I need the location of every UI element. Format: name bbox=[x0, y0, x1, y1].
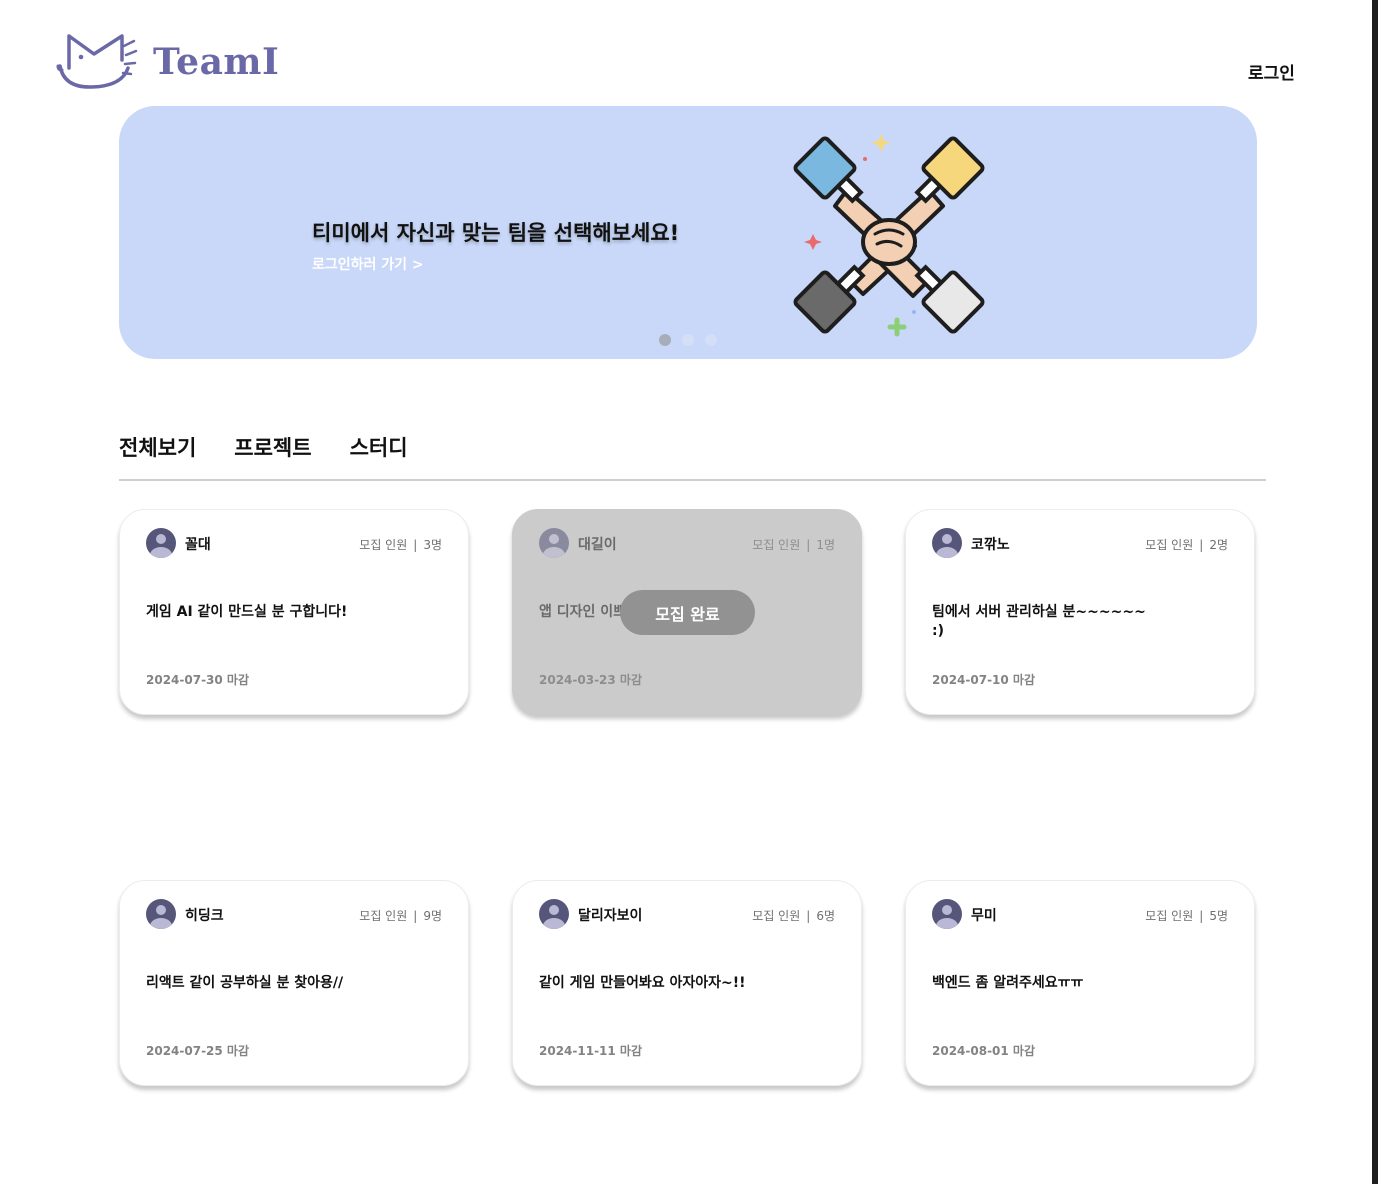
author-name: 꼴대 bbox=[185, 537, 211, 553]
avatar bbox=[146, 528, 176, 558]
hero-banner: 티미에서 자신과 맞는 팀을 선택해보세요! 로그인하러 가기 > bbox=[119, 106, 1257, 359]
post-title: 게임 AI 같이 만드실 분 구합니다! bbox=[146, 604, 348, 620]
post-deadline: 2024-03-23 마감 bbox=[539, 673, 643, 687]
closed-badge: 모집 완료 bbox=[620, 590, 755, 635]
post-deadline: 2024-07-25 마감 bbox=[146, 1044, 250, 1058]
stacked-hands-icon bbox=[793, 134, 985, 337]
post-title: 리액트 같이 공부하실 분 찾아용// bbox=[146, 975, 344, 991]
carousel-dots bbox=[659, 334, 717, 346]
carousel-dot-3[interactable] bbox=[705, 334, 717, 346]
post-card[interactable]: 달리자보이 모집 인원 | 6명 같이 게임 만들어봐요 아자아자~!! 2024-… bbox=[512, 880, 862, 1086]
category-tabs: 전체보기 프로젝트 스터디 bbox=[119, 432, 446, 462]
post-title: 팀에서 서버 관리하실 분~~~~~~ :) bbox=[932, 604, 1146, 639]
recruit-count: 모집 인원 | 5명 bbox=[1145, 909, 1228, 923]
tab-divider bbox=[119, 479, 1266, 481]
logo[interactable]: TeamI bbox=[56, 30, 286, 92]
recruit-count: 모집 인원 | 9명 bbox=[359, 909, 442, 923]
post-title: 같이 게임 만들어봐요 아자아자~!! bbox=[539, 975, 746, 991]
window-edge bbox=[1372, 0, 1378, 1184]
post-card[interactable]: 무미 모집 인원 | 5명 백엔드 좀 알려주세요ㅠㅠ 2024-08-01 마감 bbox=[905, 880, 1255, 1086]
author-name: 대길이 bbox=[578, 537, 617, 553]
tab-study[interactable]: 스터디 bbox=[350, 432, 408, 462]
post-card[interactable]: 히딩크 모집 인원 | 9명 리액트 같이 공부하실 분 찾아용// 2024-07… bbox=[119, 880, 469, 1086]
recruit-count: 모집 인원 | 6명 bbox=[752, 909, 835, 923]
tab-all[interactable]: 전체보기 bbox=[119, 432, 196, 462]
post-deadline: 2024-08-01 마감 bbox=[932, 1044, 1036, 1058]
recruit-count: 모집 인원 | 2명 bbox=[1145, 538, 1228, 552]
author-name: 코깎노 bbox=[971, 537, 1010, 553]
author-name: 무미 bbox=[971, 908, 997, 924]
banner-title: 티미에서 자신과 맞는 팀을 선택해보세요! bbox=[312, 221, 680, 245]
logo-text: TeamI bbox=[153, 41, 280, 83]
avatar bbox=[539, 528, 569, 558]
author-name: 히딩크 bbox=[185, 908, 224, 924]
carousel-dot-2[interactable] bbox=[682, 334, 694, 346]
avatar bbox=[146, 899, 176, 929]
avatar bbox=[539, 899, 569, 929]
avatar bbox=[932, 528, 962, 558]
tab-project[interactable]: 프로젝트 bbox=[234, 432, 311, 462]
recruit-count: 모집 인원 | 3명 bbox=[359, 538, 442, 552]
recruit-count: 모집 인원 | 1명 bbox=[752, 538, 835, 552]
post-card[interactable]: 코깎노 모집 인원 | 2명 팀에서 서버 관리하실 분~~~~~~ :) 2024… bbox=[905, 509, 1255, 715]
cat-logo-icon bbox=[56, 34, 138, 89]
avatar bbox=[932, 899, 962, 929]
post-deadline: 2024-11-11 마감 bbox=[539, 1044, 643, 1058]
post-deadline: 2024-07-30 마감 bbox=[146, 673, 250, 687]
author-name: 달리자보이 bbox=[578, 908, 643, 924]
login-button[interactable]: 로그인 bbox=[1248, 59, 1295, 84]
post-card[interactable]: 꼴대 모집 인원 | 3명 게임 AI 같이 만드실 분 구합니다! 2024-07… bbox=[119, 509, 469, 715]
banner-login-link[interactable]: 로그인하러 가기 > bbox=[312, 254, 424, 274]
carousel-dot-1[interactable] bbox=[659, 334, 671, 346]
post-deadline: 2024-07-10 마감 bbox=[932, 673, 1036, 687]
post-card-closed[interactable]: 대길이 모집 인원|1명 앱 디자인 이쁘게 해주실 분!! 2024-03-2… bbox=[512, 509, 862, 715]
post-title: 백엔드 좀 알려주세요ㅠㅠ bbox=[932, 975, 1084, 991]
